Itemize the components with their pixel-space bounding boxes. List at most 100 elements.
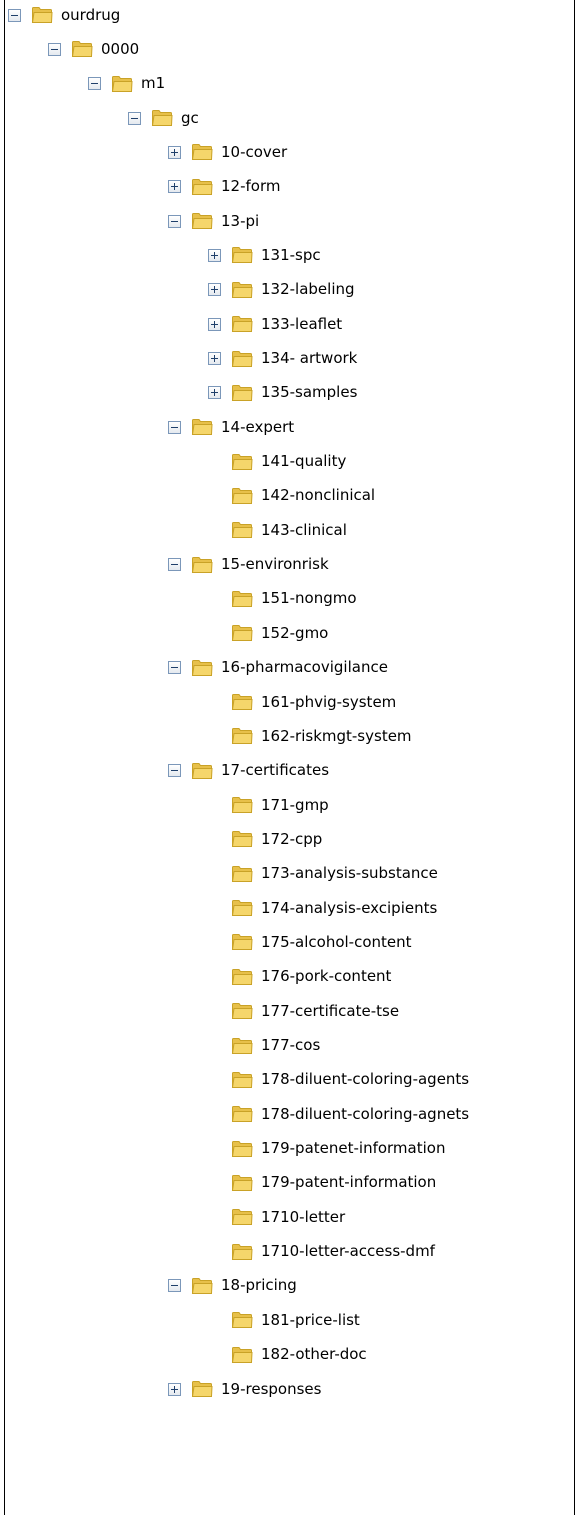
tree-node[interactable]: 177-certificate-tse [208,994,399,1028]
tree-node-label: 178-diluent-coloring-agnets [261,1104,470,1123]
tree-node[interactable]: ourdrug [8,0,120,32]
tree-node[interactable]: 19-responses [168,1372,321,1406]
tree-node-label: 171-gmp [261,795,329,814]
tree-node-label: 14-expert [221,417,295,436]
tree-node[interactable]: 176-pork-content [208,960,391,994]
folder-icon [231,1312,253,1329]
tree-node[interactable]: 16-pharmacovigilance [168,651,388,685]
folder-icon [231,1209,253,1226]
folder-icon [191,178,213,195]
tree-node-label: 152-gmo [261,623,329,642]
tree-node-label: 17-certificates [221,761,330,780]
folder-icon [231,522,253,539]
tree-node-label: 179-patent-information [261,1173,437,1192]
tree-node[interactable]: 18-pricing [168,1269,297,1303]
expand-toggle-icon[interactable] [208,386,221,400]
collapse-toggle-icon[interactable] [168,1279,181,1293]
folder-icon [231,694,253,710]
tree-node[interactable]: 162-riskmgt-system [208,719,412,753]
folder-icon [231,1243,253,1260]
collapse-toggle-icon[interactable] [168,420,181,434]
tree-node-label: 133-leaflet [261,314,343,333]
tree-node-label: 172-cpp [261,829,323,848]
tree-node[interactable]: 1710-letter-access-dmf [208,1235,435,1269]
tree-node[interactable]: 178-diluent-coloring-agents [208,1063,469,1097]
collapse-toggle-icon[interactable] [168,764,181,778]
tree-node-label: 0000 [101,39,140,58]
folder-icon [231,1071,253,1088]
expand-toggle-icon[interactable] [168,145,181,159]
tree-node[interactable]: 151-nongmo [208,582,357,616]
tree-node[interactable]: 131-spc [208,238,321,272]
tree-node[interactable]: 135-samples [208,376,357,410]
expand-toggle-icon[interactable] [208,317,221,331]
collapse-toggle-icon[interactable] [8,8,21,22]
tree-node[interactable]: 17-certificates [168,754,329,788]
folder-icon [231,900,253,917]
expand-toggle-icon[interactable] [168,180,181,194]
collapse-toggle-icon[interactable] [168,558,181,572]
tree-node[interactable]: 171-gmp [208,788,329,822]
collapse-toggle-icon[interactable] [128,111,141,125]
tree-node[interactable]: 175-alcohol-content [208,925,412,959]
collapse-toggle-icon[interactable] [168,214,181,228]
tree-node-label: 12-form [221,177,281,196]
collapse-toggle-icon[interactable] [48,42,61,56]
tree-node[interactable]: 178-diluent-coloring-agnets [208,1097,469,1131]
folder-icon [191,419,213,436]
tree-node[interactable]: 181-price-list [208,1303,360,1337]
collapse-toggle-icon[interactable] [168,661,181,675]
collapse-toggle-icon[interactable] [88,77,101,91]
tree-node[interactable]: 179-patent-information [208,1166,436,1200]
tree-node-label: 141-quality [261,452,347,471]
folder-icon [231,453,253,470]
tree-node[interactable]: 143-clinical [208,513,347,547]
tree-node-label: 142-nonclinical [261,486,376,505]
tree-node[interactable]: 182-other-doc [208,1338,367,1372]
tree-node[interactable]: 12-form [168,170,280,204]
tree-node[interactable]: 14-expert [168,410,294,444]
tree-node[interactable]: 152-gmo [208,616,328,650]
folder-icon [231,865,253,882]
tree-node[interactable]: 13-pi [168,204,259,238]
tree-node-label: 151-nongmo [261,589,357,608]
expand-toggle-icon[interactable] [208,283,221,297]
expand-toggle-icon[interactable] [168,1382,181,1396]
expand-toggle-icon[interactable] [208,352,221,365]
folder-icon [231,384,253,401]
tree-node[interactable]: 172-cpp [208,822,322,856]
tree-node-label: gc [181,108,199,127]
tree-node-label: 1710-letter [261,1207,346,1226]
tree-node[interactable]: 1710-letter [208,1200,345,1234]
tree-node[interactable]: 161-phvig-system [208,685,396,719]
tree-node[interactable]: gc [128,101,199,135]
tree-node-label: 182-other-doc [261,1345,367,1364]
tree-node[interactable]: 142-nonclinical [208,479,375,513]
tree-node-label: 1710-letter-access-dmf [261,1242,435,1261]
folder-icon [191,1277,213,1294]
tree-node-label: 131-spc [261,245,321,264]
folder-icon [231,1140,253,1157]
tree-node[interactable]: 10-cover [168,135,287,169]
tree-node[interactable]: 179-patenet-information [208,1132,445,1166]
expand-toggle-icon[interactable] [208,248,221,262]
tree-node-label: 132-labeling [261,280,355,299]
tree-node[interactable]: 141-quality [208,445,346,479]
tree-node[interactable]: 15-environrisk [168,548,329,582]
folder-icon [231,1106,253,1123]
folder-icon [191,144,213,161]
folder-icon [231,1174,253,1191]
folder-icon [231,350,253,367]
tree-node[interactable]: 173-analysis-substance [208,857,438,891]
tree-node-label: 135-samples [261,383,358,402]
tree-node[interactable]: m1 [88,67,165,101]
tree-node[interactable]: 174-analysis-excipients [208,891,437,925]
tree-node[interactable]: 177-cos [208,1029,320,1063]
tree-node[interactable]: 133-leaflet [208,307,342,341]
folder-icon [231,728,253,745]
tree-node[interactable]: 132-labeling [208,273,355,307]
tree-node[interactable]: 134- artwork [208,342,357,376]
tree-node[interactable]: 0000 [48,32,139,66]
tree-node-label: 19-responses [221,1379,322,1398]
tree-node-label: 179-patenet-information [261,1139,446,1158]
